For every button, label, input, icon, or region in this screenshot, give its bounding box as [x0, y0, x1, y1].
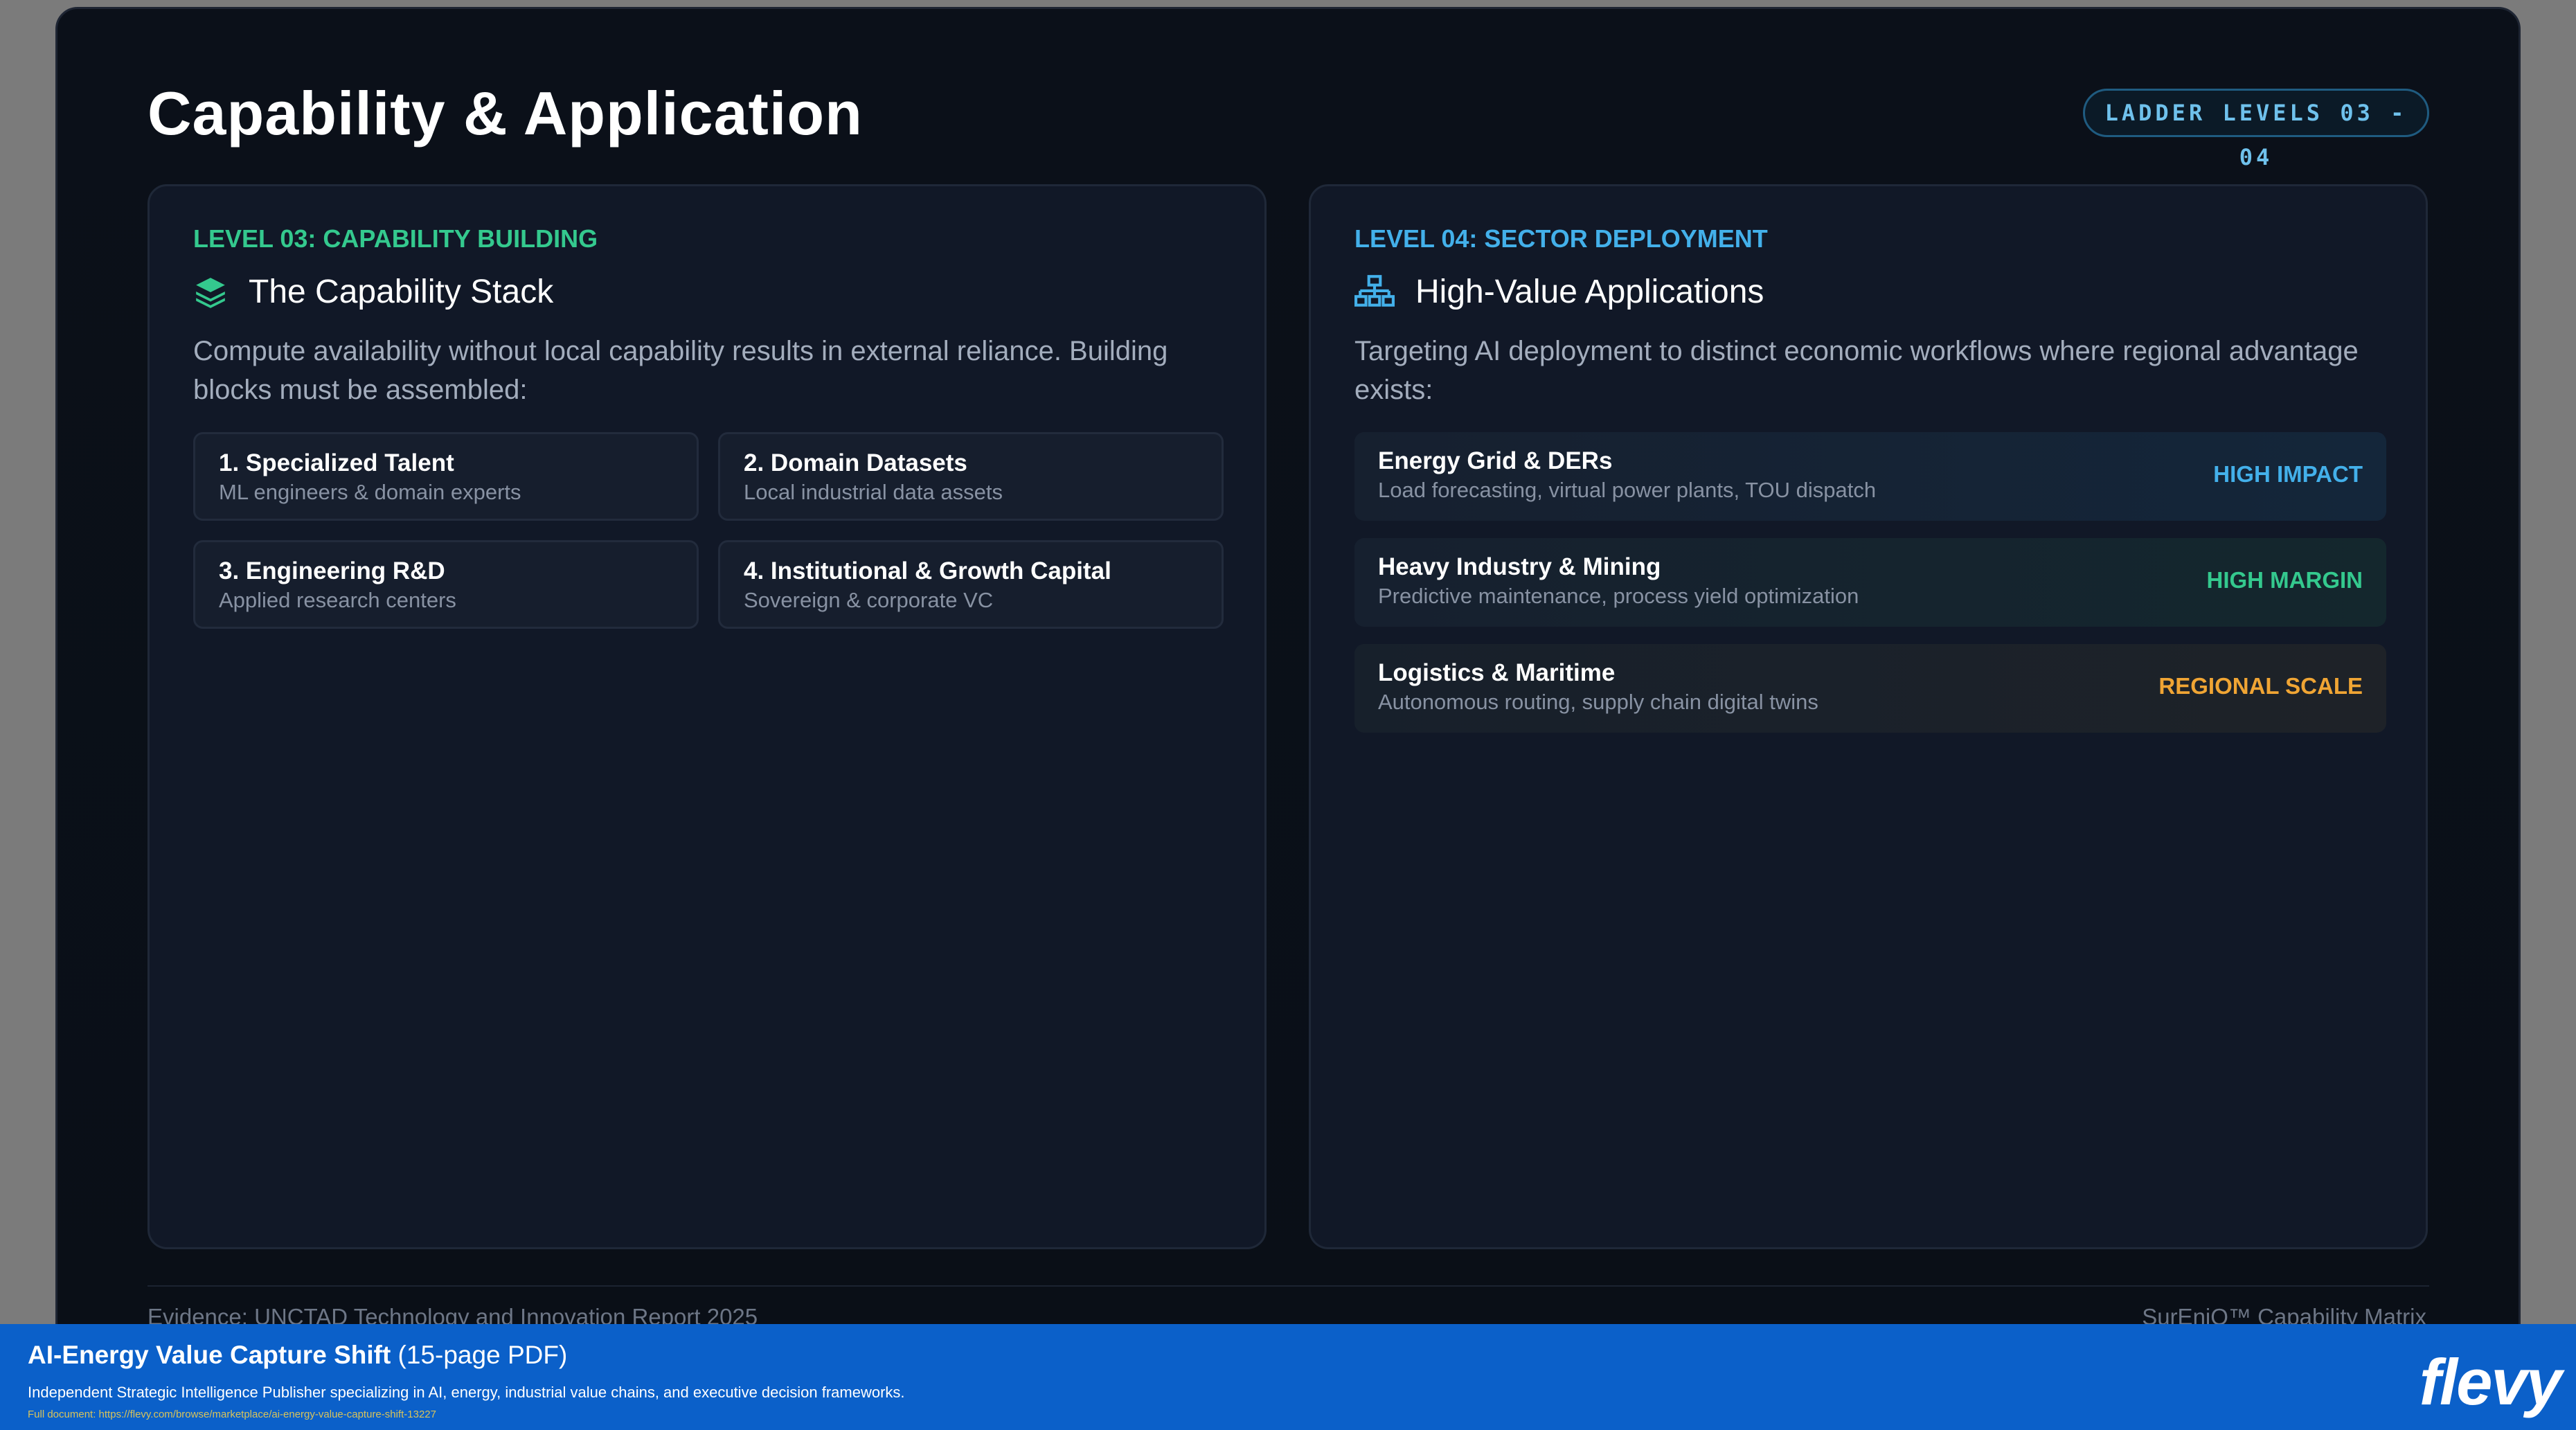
application-row: Energy Grid & DERs Load forecasting, vir…: [1354, 432, 2386, 521]
capability-card: 4. Institutional & Growth Capital Sovere…: [718, 540, 1224, 629]
banner-pages: (15-page PDF): [391, 1341, 568, 1369]
capability-card: 2. Domain Datasets Local industrial data…: [718, 432, 1224, 521]
applications-description: Targeting AI deployment to distinct econ…: [1354, 336, 2359, 405]
card-subtitle: Local industrial data assets: [744, 480, 1003, 504]
applications-heading: High-Value Applications: [1415, 274, 1764, 310]
document-banner: AI-Energy Value Capture Shift (15-page P…: [0, 1324, 2576, 1430]
card-subtitle: ML engineers & domain experts: [219, 480, 521, 504]
card-title: 4. Institutional & Growth Capital: [744, 557, 1111, 584]
application-row: Heavy Industry & Mining Predictive maint…: [1354, 538, 2386, 627]
scale-tag: REGIONAL SCALE: [2158, 673, 2363, 699]
flevy-logo[interactable]: flevy: [2420, 1345, 2562, 1420]
applications-eyebrow: LEVEL 04: SECTOR DEPLOYMENT: [1354, 224, 1768, 253]
banner-title-line: AI-Energy Value Capture Shift (15-page P…: [28, 1341, 567, 1370]
capability-panel: LEVEL 03: CAPABILITY BUILDING The Capabi…: [147, 184, 1267, 1249]
capability-heading: The Capability Stack: [249, 274, 554, 310]
margin-tag: HIGH MARGIN: [2206, 567, 2363, 593]
applications-panel: LEVEL 04: SECTOR DEPLOYMENT High-Value A…: [1309, 184, 2428, 1249]
card-subtitle: Sovereign & corporate VC: [744, 588, 994, 612]
capability-description: Compute availability without local capab…: [193, 336, 1168, 405]
card-title: 2. Domain Datasets: [744, 449, 967, 476]
layers-icon: [196, 277, 225, 308]
capability-card: 1. Specialized Talent ML engineers & dom…: [193, 432, 699, 521]
banner-link[interactable]: Full document: https://flevy.com/browse/…: [28, 1409, 436, 1420]
slide: Capability & Application LADDER LEVELS 0…: [55, 7, 2521, 1430]
footer-divider: [147, 1285, 2429, 1287]
impact-tag: HIGH IMPACT: [2213, 461, 2363, 487]
capability-heading-row: The Capability Stack: [193, 273, 553, 311]
network-icon: [1354, 274, 1395, 307]
banner-description: Independent Strategic Intelligence Publi…: [28, 1384, 905, 1401]
banner-title: AI-Energy Value Capture Shift: [28, 1341, 391, 1369]
capability-eyebrow: LEVEL 03: CAPABILITY BUILDING: [193, 224, 598, 253]
applications-heading-row: High-Value Applications: [1354, 273, 1764, 311]
page-title: Capability & Application: [147, 79, 863, 148]
ladder-levels-badge: LADDER LEVELS 03 - 04: [2083, 89, 2429, 170]
capability-card: 3. Engineering R&D Applied research cent…: [193, 540, 699, 629]
card-title: 3. Engineering R&D: [219, 557, 445, 584]
application-row: Logistics & Maritime Autonomous routing,…: [1354, 644, 2386, 733]
card-subtitle: Applied research centers: [219, 588, 456, 612]
card-title: 1. Specialized Talent: [219, 449, 454, 476]
